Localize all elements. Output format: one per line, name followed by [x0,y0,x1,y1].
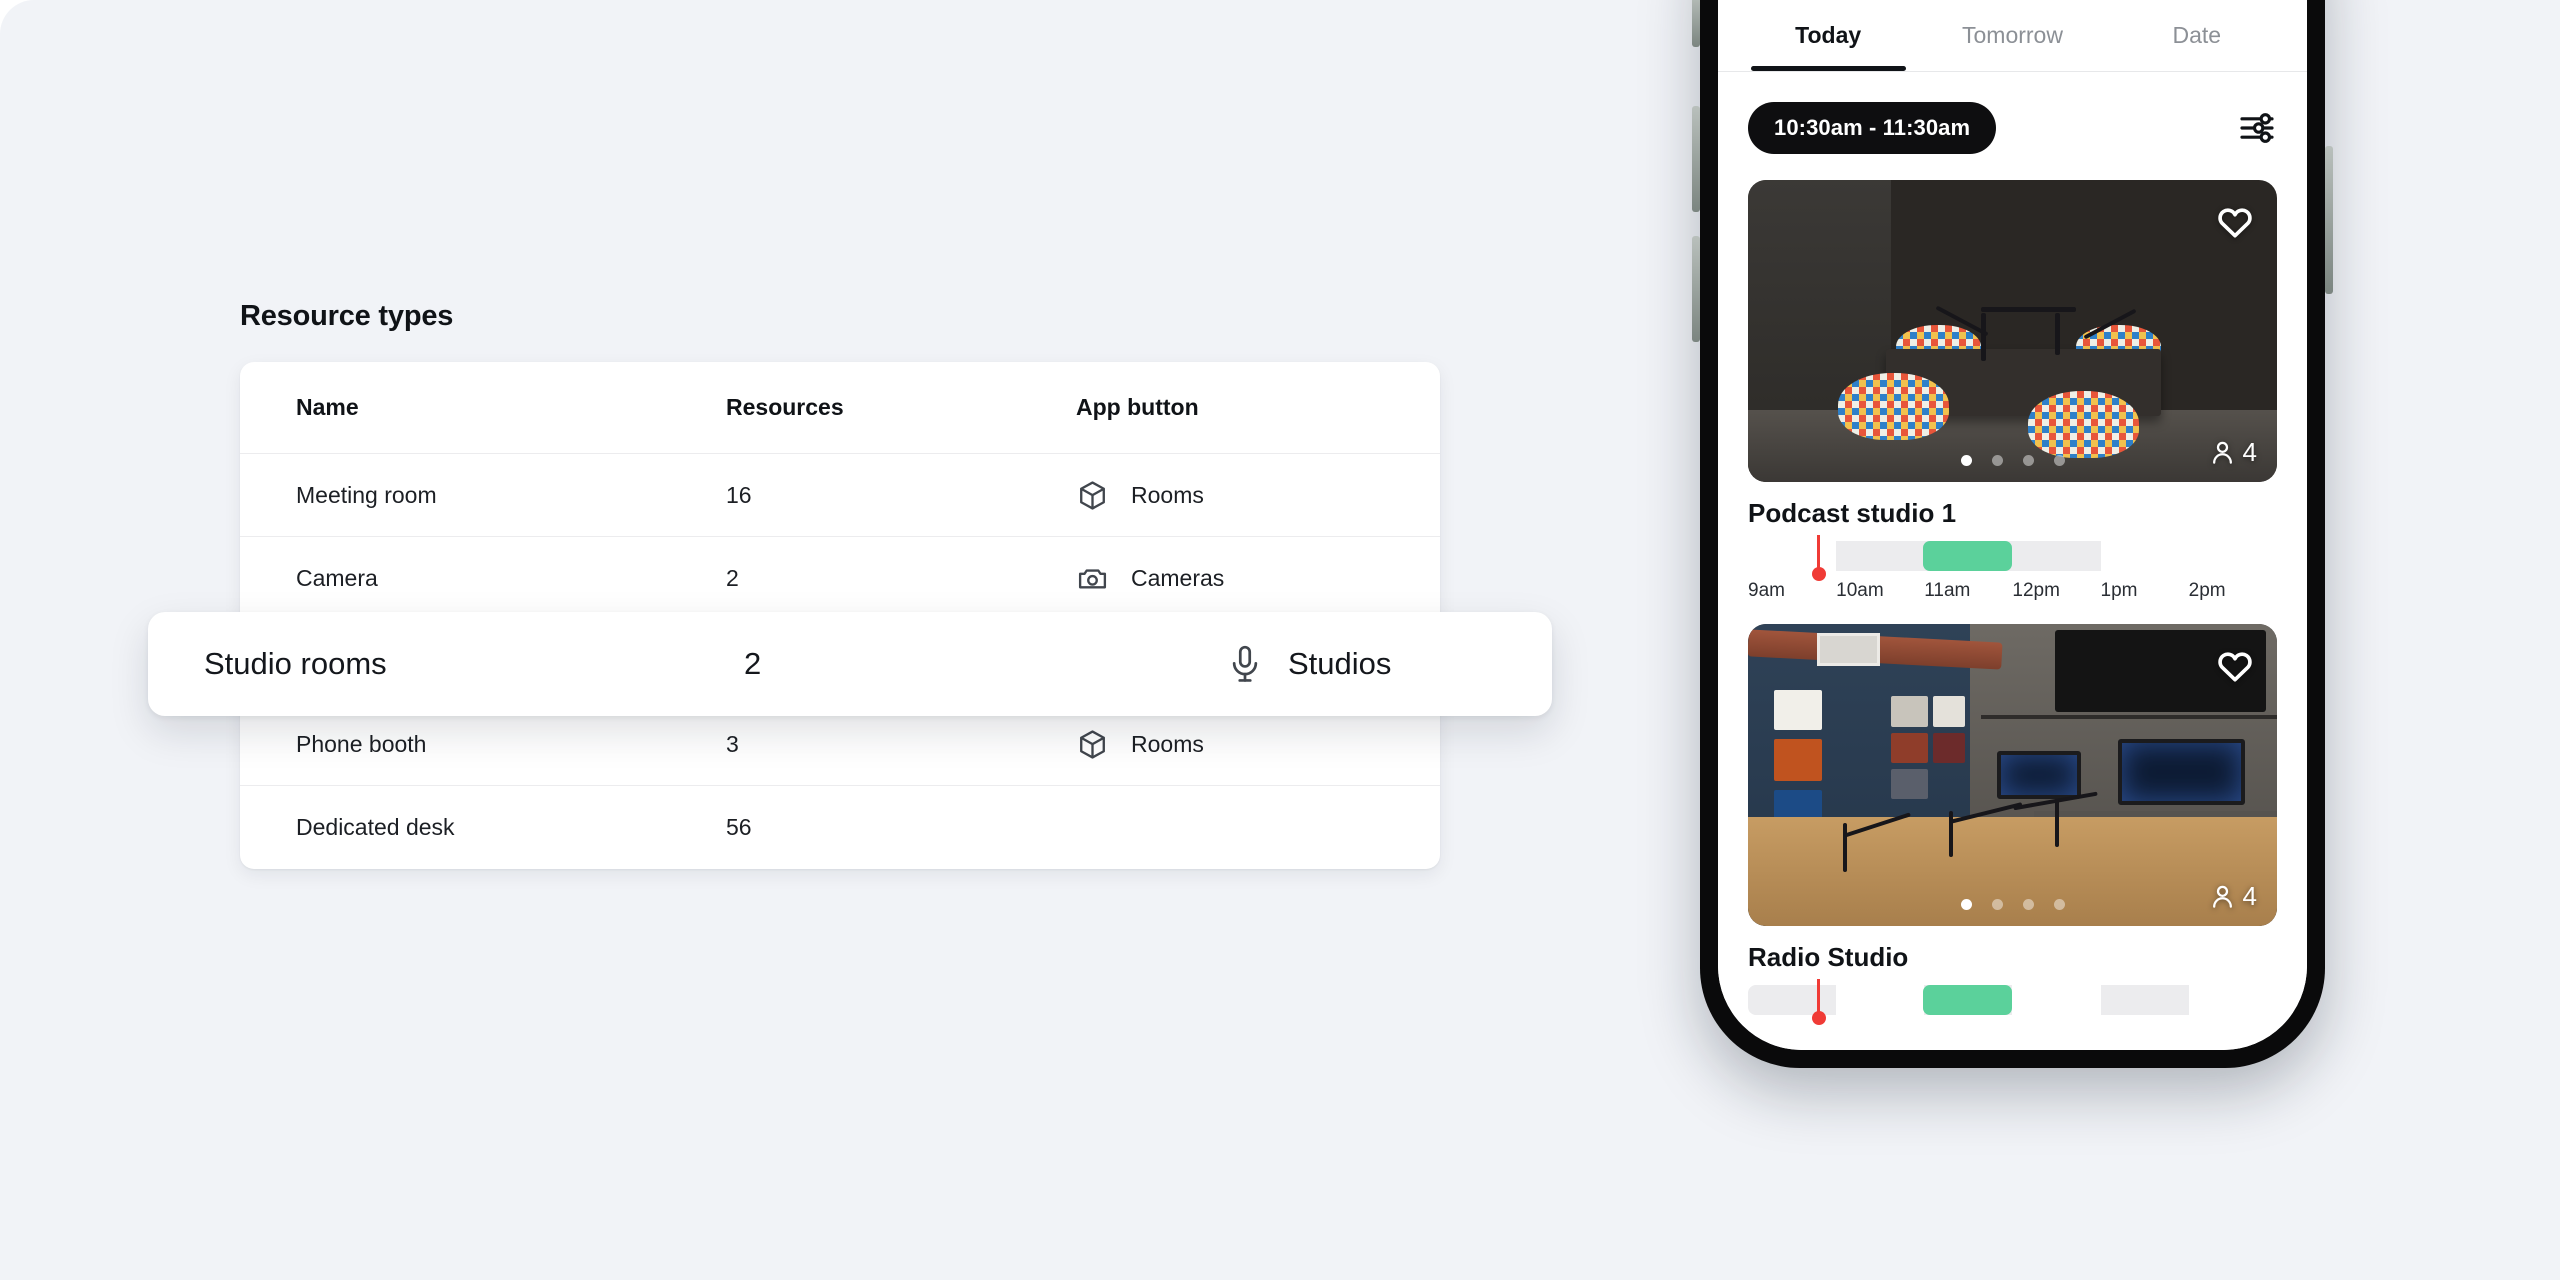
carousel-dots[interactable] [1748,455,2277,466]
resource-title: Podcast studio 1 [1748,498,1957,528]
tab-today[interactable]: Today [1736,22,1920,71]
timeline-segment [1836,541,1925,571]
favorite-heart-icon[interactable] [2215,202,2255,242]
cell-name: Phone booth [296,730,427,757]
timeline-track[interactable] [1748,541,2277,571]
cell-app-button[interactable]: Rooms [1076,728,1384,761]
carousel-dot[interactable] [1960,899,1972,910]
resource-card[interactable]: 4 Podcast studio 1 9am 10am 11am 12pm 1p… [1748,180,2277,602]
capacity-value: 4 [2242,881,2257,911]
timeline-segment [2188,985,2277,1015]
current-time-dot [1812,567,1826,581]
timeline-track[interactable] [1748,985,2277,1015]
highlighted-app-button-label: Studios [1288,646,1392,681]
table-row[interactable]: Camera 2 Cameras [240,537,1440,620]
highlighted-cell-resources: 2 [744,646,762,681]
timeline-segment [2188,541,2277,571]
timeline-tick: 1pm [2100,580,2138,601]
carousel-dot[interactable] [1960,455,1972,466]
capacity-badge: 4 [2209,881,2257,912]
phone-power-button[interactable] [2325,146,2333,294]
resource-title: Radio Studio [1748,942,1909,972]
timeline-segment [1748,541,1837,571]
app-button-label: Rooms [1131,730,1204,757]
timeline-tick: 9am [1748,580,1785,601]
column-header-resources: Resources [726,394,844,420]
tab-date[interactable]: Date [2105,22,2289,71]
cell-resources: 56 [726,814,752,840]
carousel-dot[interactable] [2022,455,2034,466]
carousel-dot[interactable] [2053,899,2065,910]
cell-name: Camera [296,564,378,591]
resource-list[interactable]: 10:30am - 11:30am 4 Podcast studio 1 9am… [1718,72,2307,1050]
current-time-dot [1812,1011,1826,1025]
timeline-tick: 12pm [2012,580,2060,601]
timeline-tick: 10am [1836,580,1884,601]
photo-scene [1748,624,2277,926]
resource-card[interactable]: 4 Radio Studio [1748,624,2277,1025]
timeline-segment [1748,985,1837,1015]
booked-slot[interactable] [1922,541,2013,571]
timeline-segment [2100,541,2189,571]
phone-volume-down-button[interactable] [1692,236,1700,342]
phone-mute-switch[interactable] [1692,0,1700,47]
capacity-value: 4 [2242,437,2257,467]
list-toolbar: 10:30am - 11:30am [1748,72,2277,180]
timeline-segment [2012,985,2101,1015]
capacity-badge: 4 [2209,437,2257,468]
filter-sliders-icon[interactable] [2237,108,2277,148]
phone-mockup: Today Tomorrow Date 10:30am - 11:30am 4 … [1692,0,2333,1073]
cube-icon [1076,728,1109,761]
page-title: Resource types [240,300,454,332]
carousel-dot[interactable] [1991,899,2003,910]
timeline-ticks: 9am 10am 11am 12pm 1pm 2pm [1748,580,2277,602]
timeline-segment [2100,985,2189,1015]
person-icon [2209,439,2236,466]
highlighted-cell-name: Studio rooms [204,646,387,681]
cell-resources: 2 [726,564,739,591]
table-header-row: Name Resources App button [240,362,1440,454]
cell-app-button[interactable]: Rooms [1076,479,1384,512]
column-header-app-button: App button [1076,394,1199,420]
cell-resources: 16 [726,481,752,508]
camera-icon [1076,562,1109,595]
app-button-label: Cameras [1131,564,1225,591]
photo-scene [1748,180,2277,482]
resource-photo-radio-studio[interactable]: 4 [1748,624,2277,926]
timeline-segment [2012,541,2101,571]
app-canvas: Resource types Name Resources App button… [0,0,2560,1280]
timeline-tick: 11am [1924,580,1971,601]
cell-resources: 3 [726,730,739,757]
table-row[interactable]: Dedicated desk 56 [240,786,1440,869]
availability-timeline[interactable]: 9am 10am 11am 12pm 1pm 2pm [1748,535,2277,602]
booked-slot[interactable] [1922,985,2013,1015]
resource-types-panel: Resource types Name Resources App button… [0,0,1700,1280]
phone-screen: Today Tomorrow Date 10:30am - 11:30am 4 … [1718,0,2307,1050]
carousel-dots[interactable] [1748,899,2277,910]
highlighted-resource-row[interactable]: Studio rooms 2 Studios [148,612,1552,716]
carousel-dot[interactable] [2022,899,2034,910]
phone-volume-up-button[interactable] [1692,106,1700,212]
table-row[interactable]: Meeting room 16 Rooms [240,454,1440,537]
time-range-pill[interactable]: 10:30am - 11:30am [1748,102,1997,154]
date-tab-bar: Today Tomorrow Date [1718,0,2307,72]
carousel-dot[interactable] [1991,455,2003,466]
person-icon [2209,883,2236,910]
column-header-name: Name [296,394,359,420]
cell-name: Dedicated desk [296,814,455,840]
tab-tomorrow[interactable]: Tomorrow [1920,22,2104,71]
timeline-segment [1836,985,1925,1015]
app-button-label: Rooms [1131,481,1204,508]
cell-app-button[interactable]: Cameras [1076,562,1384,595]
resource-photo-podcast-studio[interactable]: 4 [1748,180,2277,482]
timeline-tick: 2pm [2188,580,2226,601]
availability-timeline[interactable] [1748,979,2277,1025]
cube-icon [1076,479,1109,512]
microphone-icon [1224,643,1266,685]
carousel-dot[interactable] [2053,455,2065,466]
cell-name: Meeting room [296,481,437,508]
favorite-heart-icon[interactable] [2215,646,2255,686]
highlighted-cell-app-button[interactable]: Studios [1224,643,1496,685]
